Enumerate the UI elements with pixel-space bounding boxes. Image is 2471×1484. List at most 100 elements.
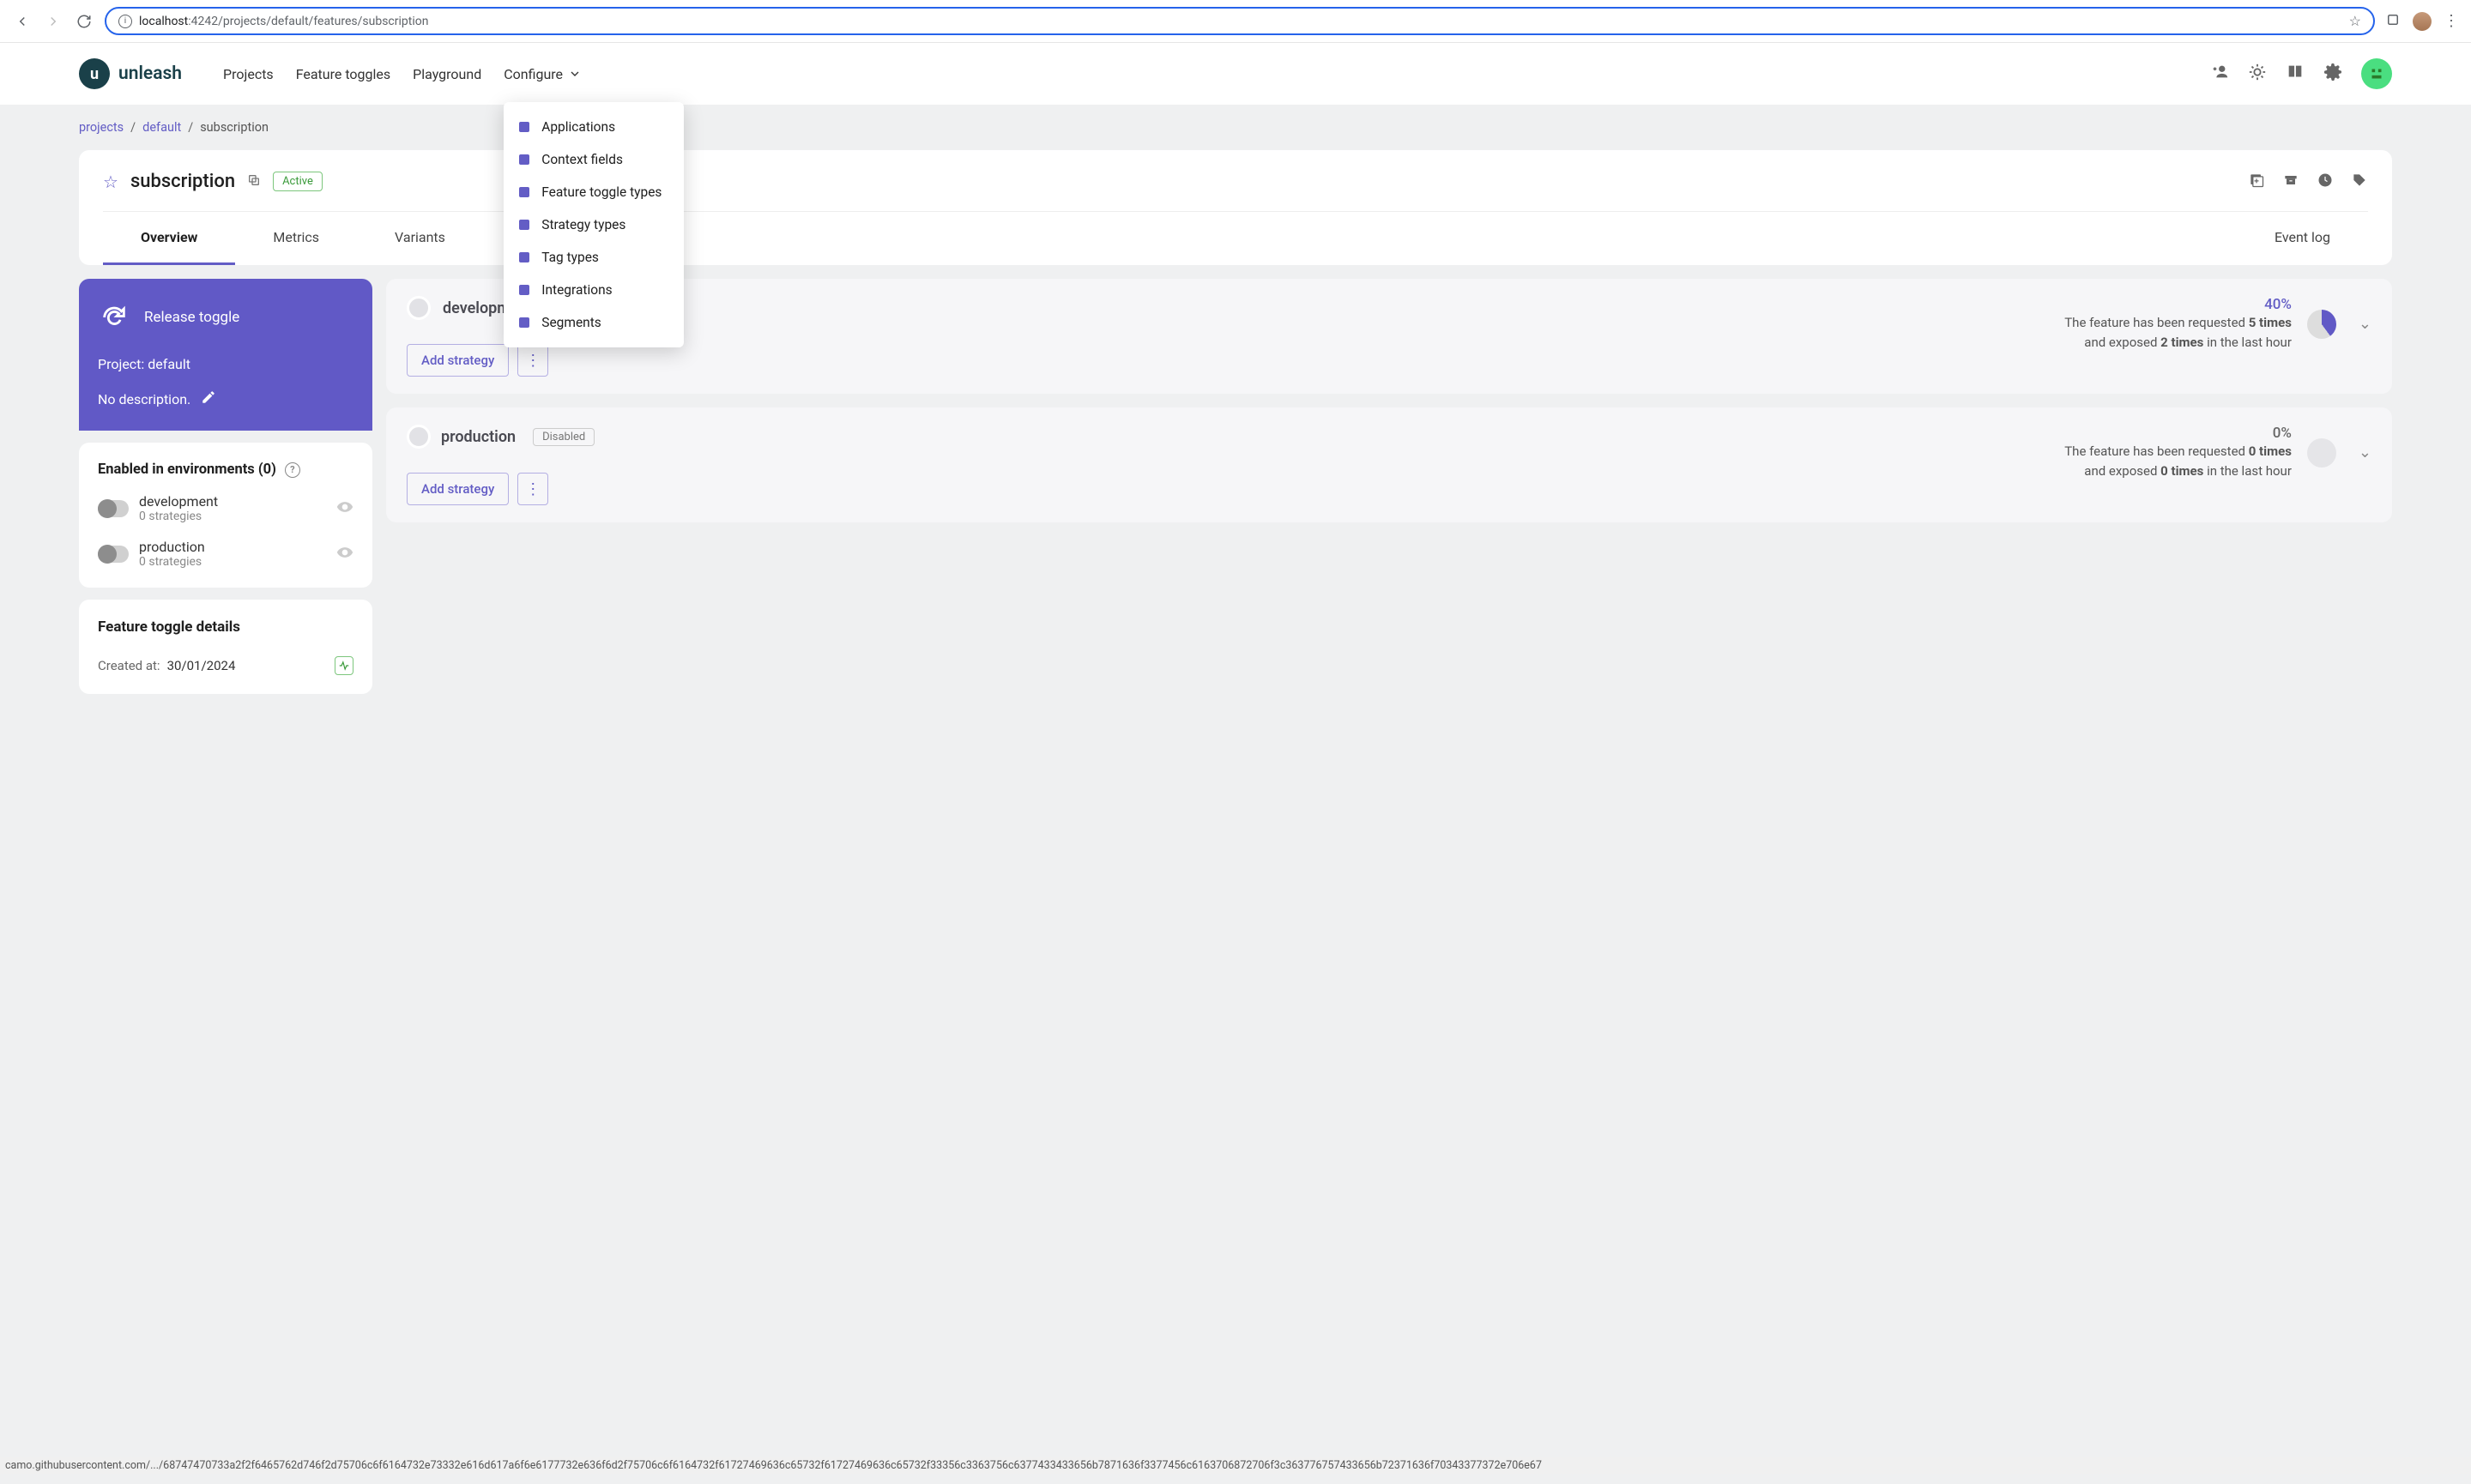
history-icon[interactable] — [2317, 172, 2334, 192]
nav-projects[interactable]: Projects — [223, 66, 274, 82]
nav-playground[interactable]: Playground — [413, 66, 481, 82]
browser-chrome: i localhost:4242/projects/default/featur… — [0, 0, 2471, 43]
env-item-sub: 0 strategies — [139, 510, 218, 523]
breadcrumb-projects[interactable]: projects — [79, 120, 124, 135]
add-icon[interactable] — [2248, 172, 2265, 192]
tab-metrics[interactable]: Metrics — [235, 212, 357, 265]
add-strategy-button[interactable]: Add strategy — [407, 473, 509, 505]
dropdown-item-strategy-types[interactable]: Strategy types — [504, 208, 684, 241]
bookmark-star-icon[interactable]: ☆ — [2349, 13, 2361, 29]
app-bar: u unleash Projects Feature toggles Playg… — [0, 43, 2471, 105]
release-project: Project: default — [98, 356, 353, 372]
environments-card: Enabled in environments (0) ? developmen… — [79, 443, 372, 588]
nav-feature-toggles[interactable]: Feature toggles — [296, 66, 390, 82]
tag-icon[interactable] — [2351, 172, 2368, 192]
dd-bullet-icon — [519, 187, 529, 197]
visibility-icon[interactable] — [336, 498, 353, 519]
docs-icon[interactable] — [2286, 63, 2305, 85]
breadcrumb-project[interactable]: default — [142, 120, 181, 135]
exposure-pie-icon — [2307, 310, 2336, 339]
status-badge: Active — [273, 172, 323, 191]
exposure-pie-icon — [2307, 438, 2336, 468]
right-column: development Add strategy ⋮ 40% The featu… — [386, 279, 2392, 694]
favorite-star-icon[interactable]: ☆ — [103, 172, 118, 192]
breadcrumb-current: subscription — [200, 120, 269, 135]
settings-icon[interactable] — [2323, 63, 2342, 85]
dd-label: Integrations — [541, 282, 612, 298]
stats-text: The feature has been requested 0 times a… — [2064, 442, 2292, 480]
browser-forward-button[interactable] — [43, 11, 63, 32]
configure-dropdown: Applications Context fields Feature togg… — [504, 102, 684, 347]
env-item-name: development — [139, 493, 218, 510]
dd-bullet-icon — [519, 220, 529, 230]
chevron-down-icon[interactable]: ⌄ — [2359, 315, 2371, 333]
url-text: localhost:4242/projects/default/features… — [139, 15, 2342, 28]
release-toggle-card: Release toggle Project: default No descr… — [79, 279, 372, 431]
add-strategy-button[interactable]: Add strategy — [407, 344, 509, 377]
extensions-icon[interactable] — [2385, 12, 2401, 31]
archive-icon[interactable] — [2282, 172, 2299, 192]
tab-event-log[interactable]: Event log — [2237, 212, 2368, 265]
tab-overview[interactable]: Overview — [103, 212, 235, 265]
env-title: Enabled in environments (0) — [98, 461, 276, 478]
more-menu-button[interactable]: ⋮ — [517, 473, 548, 505]
dd-label: Applications — [541, 119, 615, 135]
release-icon — [98, 301, 130, 334]
env-card-name: production — [441, 428, 516, 446]
nav-configure[interactable]: Configure — [504, 66, 582, 82]
main-content: projects / default / subscription ☆ subs… — [0, 105, 2471, 1484]
browser-menu-icon[interactable]: ⋮ — [2444, 12, 2459, 30]
env-toggle-production[interactable] — [98, 546, 129, 563]
breadcrumb-separator: / — [130, 120, 136, 135]
visibility-icon[interactable] — [336, 544, 353, 564]
release-title: Release toggle — [144, 309, 239, 326]
nav-configure-label: Configure — [504, 66, 563, 82]
env-item-name: production — [139, 539, 205, 555]
feature-details-card: Feature toggle details Created at: 30/01… — [79, 600, 372, 694]
created-at-label: Created at: — [98, 658, 160, 673]
breadcrumb: projects / default / subscription — [79, 105, 2392, 150]
env-card-development: development Add strategy ⋮ 40% The featu… — [386, 279, 2392, 394]
help-icon[interactable]: ? — [285, 462, 300, 478]
disabled-badge: Disabled — [533, 428, 595, 446]
dd-label: Segments — [541, 315, 601, 330]
left-column: Release toggle Project: default No descr… — [79, 279, 372, 694]
browser-back-button[interactable] — [12, 11, 33, 32]
dd-label: Context fields — [541, 152, 623, 167]
env-item-production: production 0 strategies — [98, 539, 353, 569]
stats-text: The feature has been requested 5 times a… — [2064, 313, 2292, 352]
dd-bullet-icon — [519, 252, 529, 262]
dropdown-item-feature-toggle-types[interactable]: Feature toggle types — [504, 176, 684, 208]
chevron-down-icon[interactable]: ⌄ — [2359, 443, 2371, 461]
theme-icon[interactable] — [2248, 63, 2267, 85]
dropdown-item-context-fields[interactable]: Context fields — [504, 143, 684, 176]
health-icon — [335, 656, 353, 675]
env-status-icon — [407, 296, 431, 320]
feature-header-card: ☆ subscription Active Overview Metrics V… — [79, 150, 2392, 265]
browser-profile-avatar[interactable] — [2413, 12, 2432, 31]
browser-reload-button[interactable] — [74, 11, 94, 32]
env-status-icon — [407, 425, 431, 449]
exposure-percent: 0% — [2064, 425, 2292, 442]
dd-bullet-icon — [519, 154, 529, 165]
dropdown-item-applications[interactable]: Applications — [504, 111, 684, 143]
url-bar[interactable]: i localhost:4242/projects/default/featur… — [105, 7, 2375, 35]
dropdown-item-segments[interactable]: Segments — [504, 306, 684, 339]
dd-bullet-icon — [519, 285, 529, 295]
user-avatar[interactable] — [2361, 58, 2392, 89]
env-item-sub: 0 strategies — [139, 555, 205, 569]
more-menu-button[interactable]: ⋮ — [517, 344, 548, 377]
add-user-icon[interactable] — [2210, 63, 2229, 85]
tab-variants[interactable]: Variants — [357, 212, 483, 265]
env-toggle-development[interactable] — [98, 500, 129, 517]
edit-icon[interactable] — [201, 389, 216, 408]
copy-icon[interactable] — [247, 173, 261, 190]
status-bar: camo.githubusercontent.com/.../687474707… — [0, 1457, 2471, 1474]
dropdown-item-integrations[interactable]: Integrations — [504, 274, 684, 306]
dd-label: Tag types — [541, 250, 599, 265]
logo-text: unleash — [118, 63, 182, 84]
dd-bullet-icon — [519, 122, 529, 132]
dropdown-item-tag-types[interactable]: Tag types — [504, 241, 684, 274]
logo[interactable]: u unleash — [79, 58, 182, 89]
site-info-icon[interactable]: i — [118, 15, 132, 28]
